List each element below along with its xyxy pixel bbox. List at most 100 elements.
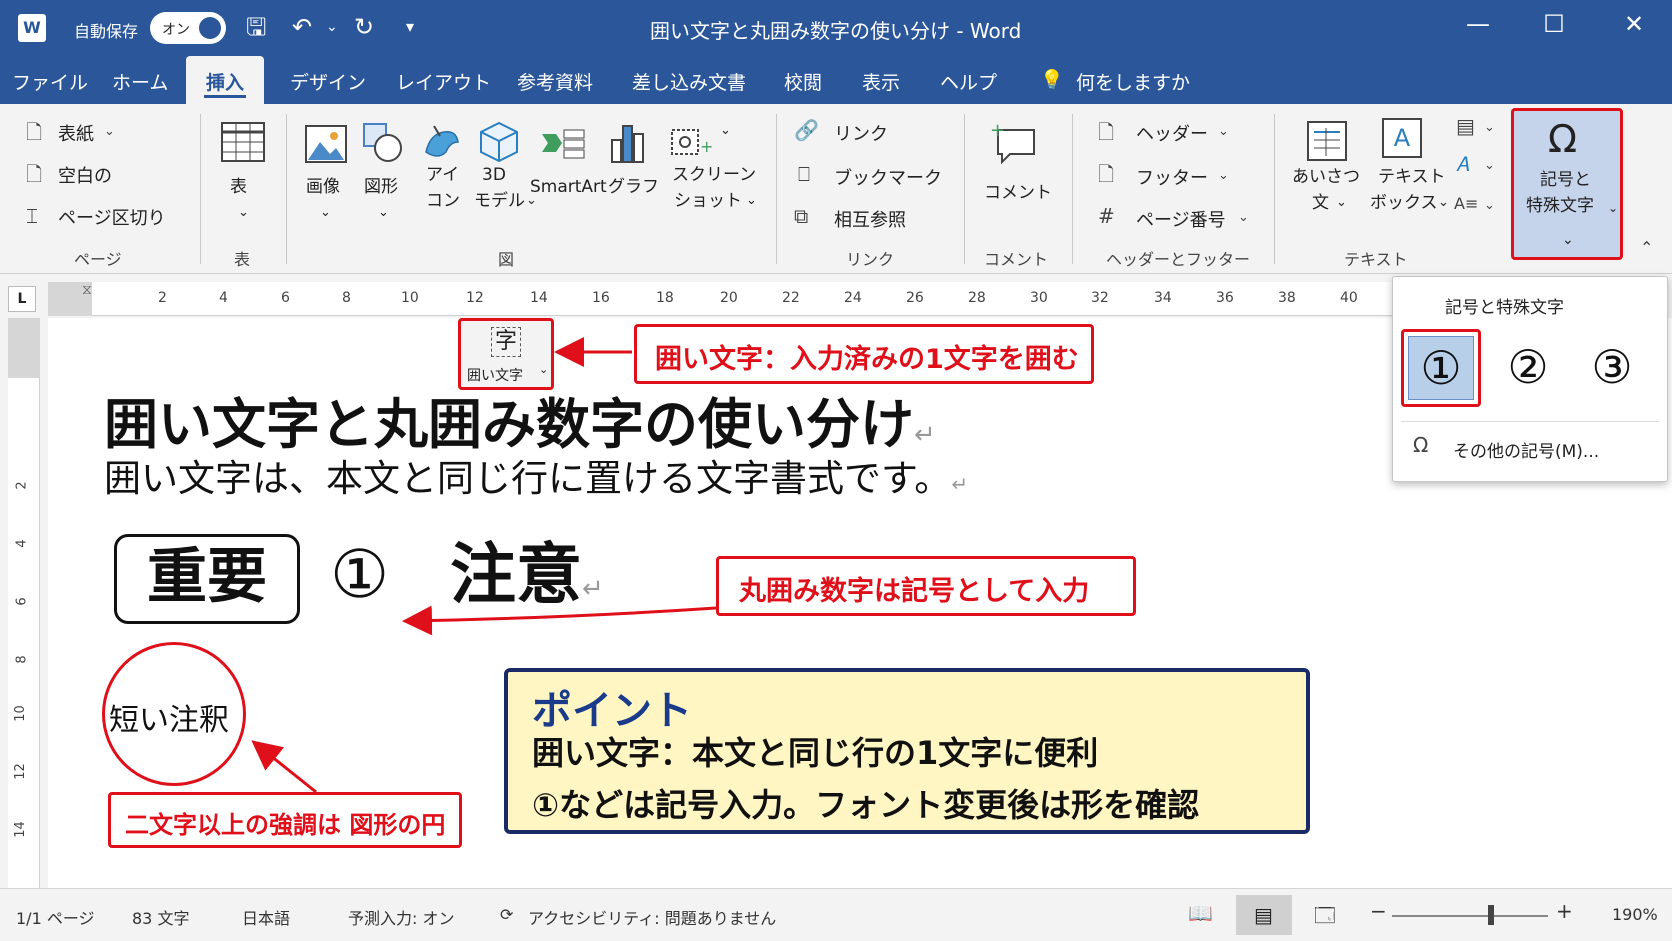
indent-marker-icon[interactable]: ⧖ xyxy=(82,282,92,298)
ruler-tick: 4 xyxy=(14,539,30,548)
header-button[interactable]: ヘッダー xyxy=(1136,120,1208,146)
tab-design[interactable]: デザイン xyxy=(290,68,366,95)
chart-button[interactable]: グラフ xyxy=(608,174,659,200)
zoom-slider-track[interactable] xyxy=(1392,915,1548,917)
print-layout-icon: ▤ xyxy=(1254,903,1273,927)
chart-icon[interactable] xyxy=(608,122,648,164)
smartart-button[interactable]: SmartArt xyxy=(530,174,607,200)
point-box: ポイント 囲い文字：本文と同じ行の1文字に便利 ①などは記号入力。フォント変更後… xyxy=(504,668,1310,834)
cross-reference-button[interactable]: 相互参照 xyxy=(834,206,906,232)
shapes-button[interactable]: 図形 xyxy=(364,174,398,200)
autosave-toggle[interactable]: オン xyxy=(150,12,226,44)
greeting-line1[interactable]: あいさつ xyxy=(1292,164,1360,190)
page-number-button[interactable]: ページ番号 xyxy=(1136,206,1226,232)
bookmark-icon: ⎕ xyxy=(798,162,810,186)
symbols-button[interactable]: Ω 記号と 特殊文字 ⌄ ⌄ xyxy=(1511,108,1623,260)
collapse-ribbon-icon[interactable]: ⌃ xyxy=(1640,236,1653,260)
maximize-icon[interactable]: ☐ xyxy=(1534,10,1574,38)
screenshot-line2: ショット xyxy=(674,191,742,211)
3d-model-icon[interactable] xyxy=(478,120,520,164)
screenshot-line1[interactable]: スクリーン xyxy=(672,162,756,188)
ruler-tick: 14 xyxy=(530,290,548,306)
tab-references[interactable]: 参考資料 xyxy=(517,68,593,95)
vertical-ruler[interactable]: 2 4 6 8 10 12 14 xyxy=(8,318,40,888)
page-break-button[interactable]: ページ区切り xyxy=(58,204,166,230)
3d-model-line1[interactable]: 3D xyxy=(482,162,506,188)
footer-button[interactable]: フッター xyxy=(1136,164,1208,190)
image-button[interactable]: 画像 xyxy=(306,174,340,200)
ruler-tick: 2 xyxy=(158,290,167,306)
symbols-dropdown: 記号と特殊文字 ① ② ③ Ω その他の記号(M)... xyxy=(1392,276,1668,482)
symbol-circled-3[interactable]: ③ xyxy=(1577,335,1647,399)
minimize-icon[interactable]: — xyxy=(1458,10,1498,38)
more-symbols-item[interactable]: その他の記号(M)... xyxy=(1453,437,1599,462)
circled-number: ① xyxy=(330,536,390,613)
tab-file[interactable]: ファイル xyxy=(12,68,88,95)
separator xyxy=(286,114,287,264)
tab-insert[interactable]: 挿入 xyxy=(186,56,265,104)
cover-page-button[interactable]: 表紙 xyxy=(58,120,94,146)
chevron-down-icon: ⌄ xyxy=(746,193,757,208)
screenshot-icon[interactable]: + xyxy=(670,122,712,158)
shapes-icon[interactable] xyxy=(362,122,404,164)
ruler-tick: 10 xyxy=(12,705,28,722)
tab-mailings[interactable]: 差し込み文書 xyxy=(632,68,746,95)
image-icon[interactable] xyxy=(304,124,348,164)
icons-icon[interactable] xyxy=(420,122,462,164)
title-bar: W 自動保存 オン 🖫 ↶ ⌄ ↻ ▾ 囲い文字と丸囲み数字の使い分け - Wo… xyxy=(0,0,1672,56)
web-layout-icon[interactable]: 🗔 xyxy=(1314,901,1336,935)
zoom-in-icon[interactable]: + xyxy=(1556,899,1573,923)
zoom-out-icon[interactable]: − xyxy=(1370,899,1387,923)
print-layout-button[interactable]: ▤ xyxy=(1236,895,1292,935)
ruler-band[interactable]: ⧖ 2 4 6 8 10 12 14 16 18 20 22 24 26 28 … xyxy=(48,282,1608,316)
chevron-down-icon: ⌄ xyxy=(1608,201,1619,215)
tab-layout[interactable]: レイアウト xyxy=(396,68,491,95)
symbols-label-line1: 記号と xyxy=(1540,170,1591,190)
blank-page-button[interactable]: 空白の xyxy=(58,162,112,188)
bookmark-button[interactable]: ブックマーク xyxy=(834,164,942,190)
redo-icon[interactable]: ↻ xyxy=(354,12,374,42)
symbol-circled-2[interactable]: ② xyxy=(1493,335,1563,399)
undo-dropdown-icon[interactable]: ⌄ xyxy=(326,12,338,42)
comment-button[interactable]: コメント xyxy=(984,180,1052,206)
ruler-tick: 24 xyxy=(844,290,862,306)
tab-stop-selector[interactable]: L xyxy=(8,286,36,312)
symbol-circled-1[interactable]: ① xyxy=(1408,336,1474,400)
zoom-level[interactable]: 190% xyxy=(1612,905,1658,924)
page-count[interactable]: 1/1 ページ xyxy=(16,905,95,929)
ruler-tick: 2 xyxy=(14,481,30,490)
circle-shape[interactable]: 短い注釈 xyxy=(102,642,246,786)
paragraph-mark: ↵ xyxy=(582,574,604,604)
tab-view[interactable]: 表示 xyxy=(862,68,900,95)
text-prediction-status[interactable]: 予測入力: オン xyxy=(348,905,454,929)
tell-me-search[interactable]: 何をしますか xyxy=(1076,68,1190,95)
tab-home[interactable]: ホーム xyxy=(112,68,168,95)
smartart-icon[interactable] xyxy=(540,124,586,162)
tab-review[interactable]: 校閲 xyxy=(784,68,822,95)
textbox-icon[interactable]: A xyxy=(1382,118,1422,158)
ruler-tick: 16 xyxy=(592,290,610,306)
omega-icon: Ω xyxy=(1548,117,1578,161)
symbol-highlight-frame: ① xyxy=(1401,329,1481,407)
table-button-label: 表 xyxy=(230,177,247,197)
tab-help[interactable]: ヘルプ xyxy=(940,68,997,95)
accessibility-status[interactable]: アクセシビリティ: 問題ありません xyxy=(528,905,776,929)
icons-button-line1[interactable]: アイ xyxy=(426,162,459,188)
language-status[interactable]: 日本語 xyxy=(242,905,290,929)
close-icon[interactable]: ✕ xyxy=(1614,10,1654,38)
read-mode-icon[interactable]: 📖 xyxy=(1188,901,1213,925)
textbox-line1[interactable]: テキスト xyxy=(1378,164,1446,190)
wordart-icon[interactable]: 𝐴 xyxy=(1456,152,1469,176)
save-icon[interactable]: 🖫 xyxy=(246,12,266,42)
drop-cap-icon[interactable]: A≡ xyxy=(1454,192,1478,216)
word-count[interactable]: 83 文字 xyxy=(132,905,189,929)
comment-icon[interactable]: + xyxy=(990,120,1038,166)
customize-toolbar-icon[interactable]: ▾ xyxy=(406,12,414,42)
quick-parts-icon[interactable]: ▤ xyxy=(1456,114,1475,138)
table-icon xyxy=(221,122,265,162)
zoom-slider-thumb[interactable] xyxy=(1488,905,1494,925)
link-button[interactable]: リンク xyxy=(834,120,888,146)
greeting-icon[interactable] xyxy=(1306,120,1348,162)
undo-icon[interactable]: ↶ xyxy=(292,12,312,42)
ruler-tick: 34 xyxy=(1154,290,1172,306)
